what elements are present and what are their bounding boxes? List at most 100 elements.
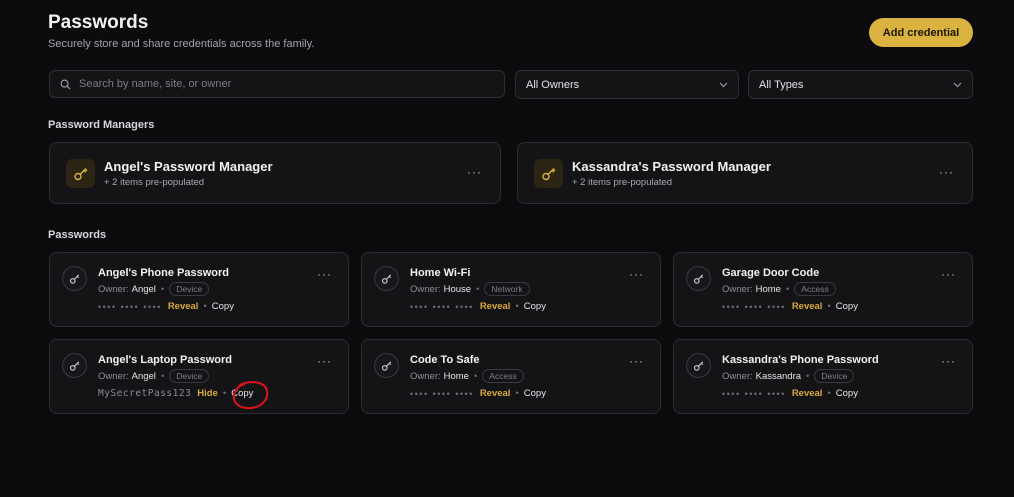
more-options-icon[interactable]: ··· <box>317 267 332 281</box>
key-icon <box>374 266 399 291</box>
password-card[interactable]: Angel's Laptop Password Owner: Angel • D… <box>49 339 349 414</box>
hide-link[interactable]: Hide <box>197 388 218 399</box>
password-line: •••• •••• •••• Reveal • Copy <box>410 301 546 312</box>
type-filter-value: All Types <box>759 78 804 91</box>
key-icon <box>686 353 711 378</box>
copy-button[interactable]: Copy <box>231 388 253 399</box>
manager-name: Angel's Password Manager <box>104 159 273 174</box>
owner-line: Owner: Kassandra • Device <box>722 369 855 383</box>
credential-name: Code To Safe <box>410 354 480 366</box>
password-card[interactable]: Code To Safe Owner: Home • Access •••• •… <box>361 339 661 414</box>
more-options-icon[interactable]: ··· <box>317 354 332 368</box>
manager-subtitle: + 2 items pre-populated <box>572 177 673 188</box>
separator-dot: • <box>222 388 227 399</box>
more-options-icon[interactable]: ··· <box>629 354 644 368</box>
password-line: •••• •••• •••• Reveal • Copy <box>410 388 546 399</box>
separator-dot: • <box>203 301 207 312</box>
more-options-icon[interactable]: ··· <box>629 267 644 281</box>
owner-line: Owner: Angel • Device <box>98 282 210 296</box>
owner-value: Kassandra <box>755 370 802 382</box>
separator-dot: • <box>476 283 480 295</box>
type-tag: Network <box>484 282 530 296</box>
section-heading-managers: Password Managers <box>48 119 155 131</box>
type-tag: Device <box>169 282 210 296</box>
separator-dot: • <box>806 370 810 382</box>
password-card[interactable]: Garage Door Code Owner: Home • Access ••… <box>673 252 973 327</box>
password-line: MySecretPass123 Hide • Copy <box>98 388 253 399</box>
separator-dot: • <box>827 301 831 312</box>
credential-name: Garage Door Code <box>722 267 820 279</box>
manager-name: Kassandra's Password Manager <box>572 159 771 174</box>
owner-filter-value: All Owners <box>526 78 580 91</box>
password-card[interactable]: Kassandra's Phone Password Owner: Kassan… <box>673 339 973 414</box>
owner-label: Owner: <box>722 283 753 295</box>
page-subtitle: Securely store and share credentials acr… <box>48 38 315 50</box>
owner-value: Angel <box>131 283 156 295</box>
password-line: •••• •••• •••• Reveal • Copy <box>722 301 858 312</box>
password-line: •••• •••• •••• Reveal • Copy <box>722 388 858 399</box>
search-input[interactable] <box>77 77 481 91</box>
separator-dot: • <box>473 370 478 382</box>
type-tag: Access <box>794 282 836 296</box>
key-icon <box>374 353 399 378</box>
key-icon <box>66 159 95 188</box>
owner-line: Owner: Home • Access <box>410 369 524 383</box>
section-heading-passwords: Passwords <box>48 229 107 241</box>
owner-value: Home <box>755 283 781 295</box>
reveal-link[interactable]: Reveal <box>480 301 511 312</box>
password-manager-card[interactable]: Angel's Password Manager + 2 items pre-p… <box>49 142 501 204</box>
copy-button[interactable]: Copy <box>836 301 858 312</box>
owner-line: Owner: House • Network <box>410 282 530 296</box>
credential-name: Angel's Phone Password <box>98 267 229 279</box>
owner-line: Owner: Home • Access <box>722 282 836 296</box>
password-line: •••• •••• •••• Reveal • Copy <box>98 301 234 312</box>
manager-subtitle: + 2 items pre-populated <box>104 177 205 188</box>
separator-dot: • <box>515 388 519 399</box>
owner-filter-select[interactable]: All Owners <box>515 70 739 99</box>
credential-name: Kassandra's Phone Password <box>722 354 879 366</box>
owner-label: Owner: <box>722 370 753 382</box>
password-value: MySecretPass123 <box>98 388 192 399</box>
type-tag: Access <box>482 369 524 383</box>
type-tag: Device <box>169 369 210 383</box>
masked-password: •••• •••• •••• <box>722 301 786 312</box>
add-credential-button[interactable]: Add credential <box>869 18 973 47</box>
masked-password: •••• •••• •••• <box>722 388 786 399</box>
type-tag: Device <box>814 369 855 383</box>
reveal-link[interactable]: Reveal <box>480 388 511 399</box>
key-icon <box>62 353 87 378</box>
copy-button[interactable]: Copy <box>836 388 858 399</box>
masked-password: •••• •••• •••• <box>410 388 474 399</box>
copy-button[interactable]: Copy <box>524 301 546 312</box>
password-card[interactable]: Home Wi-Fi Owner: House • Network •••• •… <box>361 252 661 327</box>
search-icon <box>60 79 71 90</box>
separator-dot: • <box>827 388 831 399</box>
more-options-icon[interactable]: ··· <box>467 165 482 179</box>
search-bar[interactable] <box>49 70 505 98</box>
more-options-icon[interactable]: ··· <box>941 267 956 281</box>
copy-button[interactable]: Copy <box>524 388 546 399</box>
owner-value: Home <box>443 370 469 382</box>
chevron-down-icon <box>719 82 728 87</box>
masked-password: •••• •••• •••• <box>410 301 474 312</box>
owner-label: Owner: <box>98 370 129 382</box>
separator-dot: • <box>515 301 519 312</box>
reveal-link[interactable]: Reveal <box>792 388 823 399</box>
password-card[interactable]: Angel's Phone Password Owner: Angel • De… <box>49 252 349 327</box>
chevron-down-icon <box>953 82 962 87</box>
more-options-icon[interactable]: ··· <box>941 354 956 368</box>
owner-label: Owner: <box>98 283 129 295</box>
owner-value: Angel <box>131 370 156 382</box>
password-manager-card[interactable]: Kassandra's Password Manager + 2 items p… <box>517 142 973 204</box>
key-icon <box>686 266 711 291</box>
type-filter-select[interactable]: All Types <box>748 70 973 99</box>
copy-button[interactable]: Copy <box>212 301 234 312</box>
separator-dot: • <box>160 370 165 382</box>
key-icon <box>62 266 87 291</box>
credential-name: Home Wi-Fi <box>410 267 471 279</box>
reveal-link[interactable]: Reveal <box>168 301 199 312</box>
reveal-link[interactable]: Reveal <box>792 301 823 312</box>
separator-dot: • <box>160 283 165 295</box>
owner-value: House <box>443 283 472 295</box>
more-options-icon[interactable]: ··· <box>939 165 954 179</box>
